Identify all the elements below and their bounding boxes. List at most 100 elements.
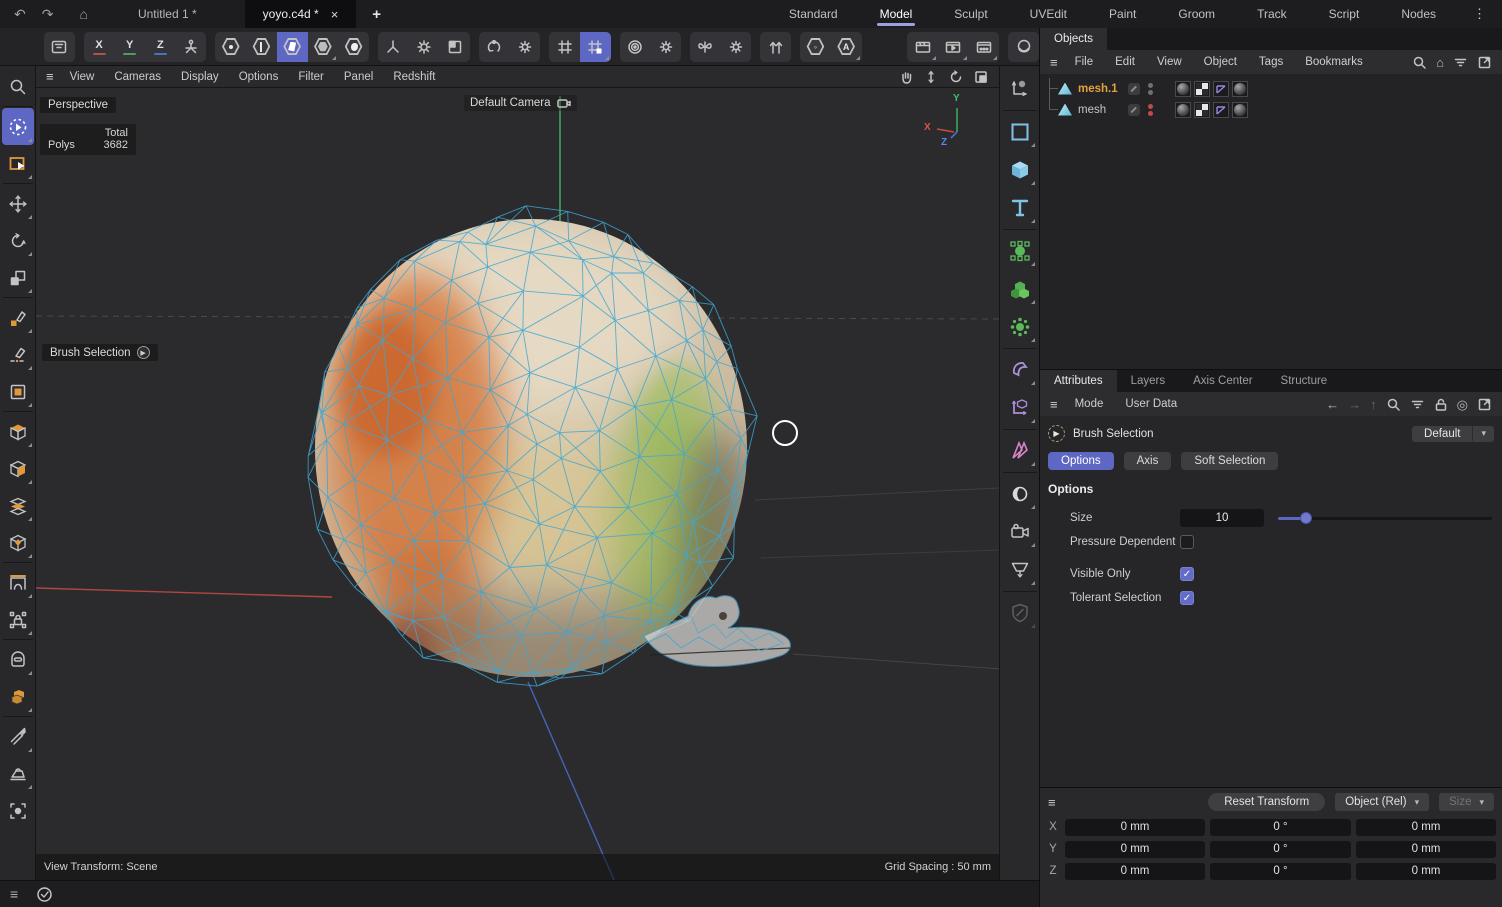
bridge-tool[interactable]: [2, 564, 34, 601]
material-tag-icon[interactable]: [1232, 81, 1248, 97]
coordinates-menu-icon[interactable]: ≡: [1048, 795, 1056, 810]
viewport-menu-icon[interactable]: ≡: [44, 69, 60, 84]
layout-standard[interactable]: Standard: [768, 0, 859, 28]
tab-attributes[interactable]: Attributes: [1040, 370, 1117, 392]
volume-builder-button[interactable]: [1002, 270, 1038, 308]
rotation-x-input[interactable]: 0 °: [1210, 819, 1351, 836]
objects-menu-bookmarks[interactable]: Bookmarks: [1294, 56, 1374, 68]
layout-sculpt[interactable]: Sculpt: [933, 0, 1008, 28]
section-tab-axis[interactable]: Axis: [1124, 452, 1172, 470]
objects-menu-icon[interactable]: ≡: [1048, 55, 1064, 70]
symmetry-button[interactable]: [690, 32, 721, 62]
center-axis-tool[interactable]: [2, 792, 34, 829]
texture-mode-button[interactable]: [338, 32, 369, 62]
snap-toggle-button[interactable]: [580, 32, 611, 62]
instance-button[interactable]: [1002, 432, 1038, 470]
viewport-menu-cameras[interactable]: Cameras: [104, 71, 171, 83]
maximize-view-icon[interactable]: [973, 69, 989, 85]
rotation-y-input[interactable]: 0 °: [1210, 841, 1351, 858]
extrude-inner-tool[interactable]: [2, 450, 34, 487]
scale-z-input[interactable]: 0 mm: [1356, 863, 1496, 880]
visible-only-checkbox[interactable]: [1180, 567, 1194, 581]
uvw-tag-icon[interactable]: [1194, 81, 1210, 97]
slider-knob[interactable]: [1300, 512, 1312, 524]
camera-label[interactable]: Default Camera: [464, 95, 577, 111]
preset-dropdown[interactable]: Default ▾: [1412, 426, 1494, 442]
objects-menu-file[interactable]: File: [1064, 56, 1105, 68]
commander-search-button[interactable]: [2, 68, 34, 105]
snap-grid-button[interactable]: [549, 32, 580, 62]
section-tab-options[interactable]: Options: [1048, 452, 1114, 470]
workplane-lock-button[interactable]: [176, 32, 207, 62]
coordinate-mode-dropdown[interactable]: Object (Rel) ▾: [1335, 793, 1429, 811]
new-tab-button[interactable]: +: [356, 0, 397, 28]
viewport-solo-button[interactable]: [479, 32, 510, 62]
text-primitive-button[interactable]: [1002, 189, 1038, 227]
render-to-picture-viewer-button[interactable]: [938, 32, 969, 62]
object-row-mesh1[interactable]: mesh.1: [1040, 78, 1502, 99]
rotation-z-input[interactable]: 0 °: [1210, 863, 1351, 880]
dolly-zoom-icon[interactable]: [923, 69, 939, 85]
create-point-tool[interactable]: [2, 299, 34, 336]
filter-icon[interactable]: [1453, 55, 1468, 70]
sky-environment-button[interactable]: [1002, 475, 1038, 513]
objects-menu-view[interactable]: View: [1146, 56, 1193, 68]
history-forward-icon[interactable]: →: [1348, 398, 1361, 411]
fill-selection-tool[interactable]: [2, 373, 34, 410]
target-icon[interactable]: ◎: [1457, 398, 1468, 411]
render-view-button[interactable]: [907, 32, 938, 62]
archive-project-button[interactable]: [44, 32, 75, 62]
z-axis-lock-button[interactable]: Z: [145, 32, 176, 62]
stage-button[interactable]: [1002, 551, 1038, 589]
attributes-menu-userdata[interactable]: User Data: [1114, 398, 1188, 410]
move-tool[interactable]: [2, 185, 34, 222]
modeling-settings-button[interactable]: ◦: [800, 32, 831, 62]
pressure-dependent-checkbox[interactable]: [1180, 535, 1194, 549]
quantize-button[interactable]: [620, 32, 651, 62]
more-layouts-icon[interactable]: ⋮: [1457, 0, 1502, 28]
visibility-dots[interactable]: [1148, 83, 1153, 95]
document-tab-yoyo[interactable]: yoyo.c4d * ×: [245, 0, 357, 28]
undo-icon[interactable]: ↶: [14, 6, 26, 23]
section-tab-soft-selection[interactable]: Soft Selection: [1181, 452, 1278, 470]
quantize-settings-button[interactable]: [650, 32, 681, 62]
scale-y-input[interactable]: 0 mm: [1356, 841, 1496, 858]
enable-axis-button[interactable]: [378, 32, 409, 62]
editor-toggle-icon[interactable]: [1128, 83, 1140, 95]
camera-create-button[interactable]: [1002, 513, 1038, 551]
tab-structure[interactable]: Structure: [1267, 370, 1342, 392]
spline-primitive-button[interactable]: [1002, 113, 1038, 151]
iron-tool[interactable]: [2, 755, 34, 792]
position-z-input[interactable]: 0 mm: [1065, 863, 1205, 880]
lock-icon[interactable]: [1434, 397, 1448, 412]
viewport-menu-redshift[interactable]: Redshift: [383, 71, 445, 83]
symmetry-settings-button[interactable]: [721, 32, 752, 62]
solo-settings-button[interactable]: [510, 32, 541, 62]
scale-tool[interactable]: [2, 259, 34, 296]
home-icon[interactable]: ⌂: [1436, 56, 1444, 69]
options-section-title[interactable]: Options: [1040, 478, 1502, 506]
tab-objects[interactable]: Objects: [1040, 28, 1107, 50]
extrude-tool[interactable]: [2, 413, 34, 450]
objects-menu-tags[interactable]: Tags: [1248, 56, 1294, 68]
detach-panel-icon[interactable]: [1477, 397, 1492, 412]
viewport-menu-panel[interactable]: Panel: [334, 71, 383, 83]
search-icon[interactable]: [1386, 397, 1401, 412]
layout-script[interactable]: Script: [1308, 0, 1381, 28]
search-icon[interactable]: [1412, 55, 1427, 70]
viewport-menu-options[interactable]: Options: [229, 71, 289, 83]
interactive-render-button[interactable]: [1008, 32, 1039, 62]
size-input[interactable]: 10: [1180, 509, 1264, 527]
close-tab-icon[interactable]: ×: [331, 8, 339, 21]
auto-mode-button[interactable]: A: [831, 32, 862, 62]
check-circle-icon[interactable]: [36, 886, 53, 903]
smooth-shift-tool[interactable]: [2, 487, 34, 524]
home-icon[interactable]: ⌂: [79, 6, 87, 22]
layout-model[interactable]: Model: [859, 0, 934, 28]
phong-tag-icon[interactable]: [1213, 102, 1229, 118]
cube-primitive-button[interactable]: [1002, 151, 1038, 189]
material-tag-icon[interactable]: [1175, 102, 1191, 118]
x-axis-lock-button[interactable]: X: [84, 32, 115, 62]
viewport-menu-filter[interactable]: Filter: [288, 71, 334, 83]
layout-groom[interactable]: Groom: [1157, 0, 1236, 28]
